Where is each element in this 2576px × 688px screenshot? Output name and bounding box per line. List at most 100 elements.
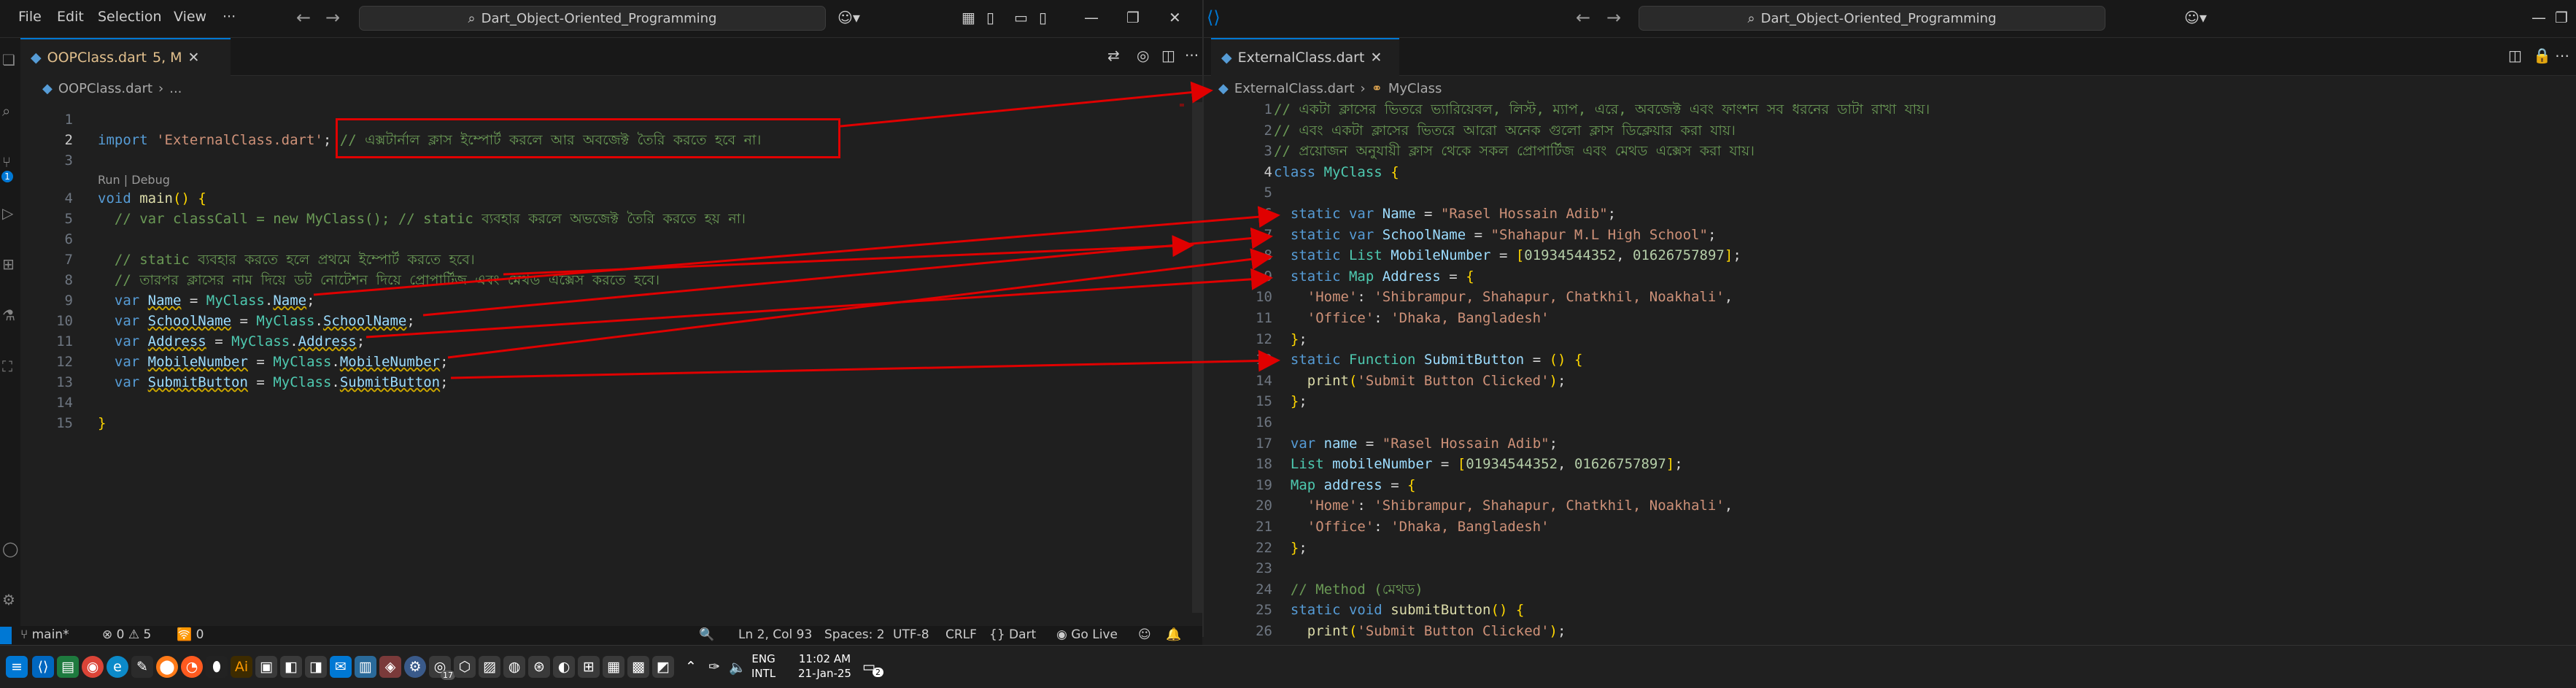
code-line[interactable]: 1// একটা ক্লাসের ভিতরে ভ্যারিয়েবল, লিস্… — [1204, 99, 2576, 120]
code-line[interactable]: 9 static Map Address = { — [1204, 266, 2576, 287]
code-line[interactable]: 4 void main() { — [0, 188, 1202, 209]
code-line[interactable]: 10 var SchoolName = MyClass.SchoolName; — [0, 311, 1202, 331]
app-icon-1[interactable]: ✎ — [131, 656, 153, 678]
code-line[interactable]: 2// এবং একটা ক্লাসের ভিতরে আরো অনেক গুলো… — [1204, 120, 2576, 141]
toggle-sidebar-icon[interactable]: ▯ — [986, 9, 994, 26]
code-line[interactable]: 15 }; — [1204, 391, 2576, 411]
lock-icon[interactable]: 🔒 — [2533, 47, 2551, 64]
firefox-icon[interactable]: ◔ — [181, 656, 203, 678]
app-icon-14[interactable]: ⊛ — [528, 656, 550, 678]
app-icon-3[interactable]: ⬮ — [206, 656, 228, 678]
encoding[interactable]: UTF-8 — [893, 627, 929, 642]
code-line[interactable]: 8 // তারপর ক্লাসের নাম দিয়ে ডট নোটেশন দ… — [0, 270, 1202, 290]
toggle-panel-icon[interactable]: ▭ — [1014, 9, 1028, 26]
clock[interactable]: 11:02 AM 21-Jan-25 — [798, 652, 851, 681]
menu-more[interactable]: ··· — [223, 9, 236, 25]
code-line[interactable]: 9 var Name = MyClass.Name; — [0, 290, 1202, 311]
code-line[interactable]: 16 — [1204, 412, 2576, 433]
code-line[interactable]: 25 static void submitButton() { — [1204, 600, 2576, 620]
copilot-status-icon[interactable]: ☺ — [1138, 627, 1151, 642]
breadcrumb-more[interactable]: ... — [169, 81, 182, 96]
more-actions-icon[interactable]: ··· — [1185, 47, 1199, 64]
code-line[interactable]: 11 var Address = MyClass.Address; — [0, 331, 1202, 352]
code-line[interactable]: 14 print('Submit Button Clicked'); — [1204, 371, 2576, 391]
outlook-icon[interactable]: ✉ — [330, 656, 352, 678]
minimize-icon[interactable]: — — [1084, 9, 1099, 26]
code-line[interactable]: 18 List mobileNumber = [01934544352, 016… — [1204, 454, 2576, 474]
maximize-icon[interactable]: ❐ — [2555, 9, 2568, 26]
left-scrollbar[interactable] — [1192, 102, 1202, 613]
split-editor-icon[interactable]: ◫ — [2508, 47, 2522, 64]
copilot-icon[interactable]: ☺▾ — [838, 9, 860, 26]
code-line[interactable]: 24 // Method (মেথড) — [1204, 579, 2576, 600]
code-line[interactable]: 5 — [1204, 182, 2576, 203]
code-line[interactable]: 13 var SubmitButton = MyClass.SubmitButt… — [0, 372, 1202, 393]
code-line[interactable]: 11 'Office': 'Dhaka, Bangladesh' — [1204, 308, 2576, 328]
tab-externalclass[interactable]: ◆ ExternalClass.dart ✕ — [1211, 38, 1399, 76]
code-line[interactable]: 6 static var Name = "Rasel Hossain Adib"… — [1204, 204, 2576, 224]
code-line[interactable]: 5 // var classCall = new MyClass(); // s… — [0, 209, 1202, 229]
explorer-icon[interactable]: ❏ — [2, 51, 15, 69]
app-icon-17[interactable]: ▦ — [603, 656, 624, 678]
app-icon-11[interactable]: ⬡ — [454, 656, 476, 678]
illustrator-icon[interactable]: Ai — [231, 656, 252, 678]
app-icon-7[interactable]: ▥ — [355, 656, 376, 678]
code-line[interactable]: 7 // static ব্যবহার করতে হলে প্রথমে ইম্প… — [0, 250, 1202, 270]
breadcrumb-file[interactable]: OOPClass.dart — [58, 81, 152, 96]
app-icon-15[interactable]: ◐ — [553, 656, 575, 678]
tab-oopclass[interactable]: ◆ OOPClass.dart 5, M ✕ — [20, 38, 231, 76]
codelens-run-debug[interactable]: Run | Debug — [98, 172, 170, 188]
zoom-icon[interactable]: 🔍 — [699, 627, 714, 642]
settings-gear-icon[interactable]: ⚙ — [2, 591, 15, 608]
more-actions-icon[interactable]: ⋯ — [2555, 47, 2569, 64]
tray-chevron-up-icon[interactable]: ⌃ — [680, 656, 702, 678]
tab-close-icon[interactable]: ✕ — [188, 50, 200, 66]
language-indicator[interactable]: ENG INTL — [751, 652, 775, 681]
menu-edit[interactable]: Edit — [57, 9, 84, 25]
code-line[interactable]: 22 }; — [1204, 538, 2576, 558]
close-window-icon[interactable]: ✕ — [1169, 9, 1181, 26]
app-icon-19[interactable]: ◩ — [652, 656, 674, 678]
forward-arrow-icon[interactable]: → — [325, 7, 340, 28]
code-line[interactable]: 12 var MobileNumber = MyClass.MobileNumb… — [0, 352, 1202, 372]
code-line[interactable]: 10 'Home': 'Shibrampur, Shahapur, Chatkh… — [1204, 287, 2576, 307]
tab-close-icon[interactable]: ✕ — [1370, 50, 1382, 66]
code-line[interactable]: 21 'Office': 'Dhaka, Bangladesh' — [1204, 517, 2576, 537]
code-line[interactable]: 23 — [1204, 558, 2576, 579]
command-center-search[interactable]: ⌕ Dart_Object-Oriented_Programming — [1639, 6, 2105, 31]
code-line[interactable]: 12 }; — [1204, 329, 2576, 349]
back-arrow-icon[interactable]: ← — [296, 7, 311, 28]
forward-arrow-icon[interactable]: → — [1606, 7, 1621, 28]
code-line[interactable]: 17 var name = "Rasel Hossain Adib"; — [1204, 433, 2576, 454]
notifications-bell-icon[interactable]: 🔔 — [1166, 627, 1181, 642]
edge-icon[interactable]: e — [107, 656, 128, 678]
code-line[interactable]: 26 print('Submit Button Clicked'); — [1204, 621, 2576, 641]
code-line[interactable]: 15} — [0, 413, 1202, 433]
cursor-position[interactable]: Ln 2, Col 93 — [738, 627, 812, 642]
app-icon-2[interactable]: ⬤ — [156, 656, 178, 678]
wifi-volume-icon[interactable]: 🔈 — [727, 656, 749, 678]
app-icon-5[interactable]: ◧ — [280, 656, 302, 678]
toggle-secondary-sidebar-icon[interactable]: ▯ — [1039, 9, 1047, 26]
code-line[interactable]: 14 — [0, 393, 1202, 413]
language-mode[interactable]: {} Dart — [989, 627, 1036, 642]
account-icon[interactable]: ◯ — [2, 540, 18, 557]
vscode-taskbar-icon[interactable]: ⟨⟩ — [32, 656, 54, 678]
code-line[interactable]: 4 class MyClass { — [1204, 162, 2576, 182]
command-center-search[interactable]: ⌕ Dart_Object-Oriented_Programming — [359, 6, 826, 31]
code-line[interactable]: 3// প্রয়োজন অনুযায়ী ক্লাস থেকে সকল প্র… — [1204, 141, 2576, 161]
app-icon-4[interactable]: ▣ — [255, 656, 277, 678]
split-editor-icon[interactable]: ◫ — [1161, 47, 1175, 64]
layout-icon[interactable]: ▦ — [962, 9, 975, 26]
sheets-icon[interactable]: ▤ — [57, 656, 79, 678]
ports-indicator[interactable]: 🛜 0 — [177, 627, 204, 642]
open-changes-icon[interactable]: ◎ — [1137, 47, 1149, 64]
back-arrow-icon[interactable]: ← — [1576, 7, 1590, 28]
app-icon-16[interactable]: ⊞ — [578, 656, 600, 678]
menu-file[interactable]: File — [18, 9, 42, 25]
branch-indicator[interactable]: ⑂ main* — [20, 627, 69, 642]
menu-selection[interactable]: Selection — [98, 9, 162, 25]
app-icon-8[interactable]: ◈ — [379, 656, 401, 678]
code-line[interactable]: 13 static Function SubmitButton = () { — [1204, 349, 2576, 370]
problems-indicator[interactable]: ⊗ 0 ⚠ 5 — [102, 627, 151, 642]
